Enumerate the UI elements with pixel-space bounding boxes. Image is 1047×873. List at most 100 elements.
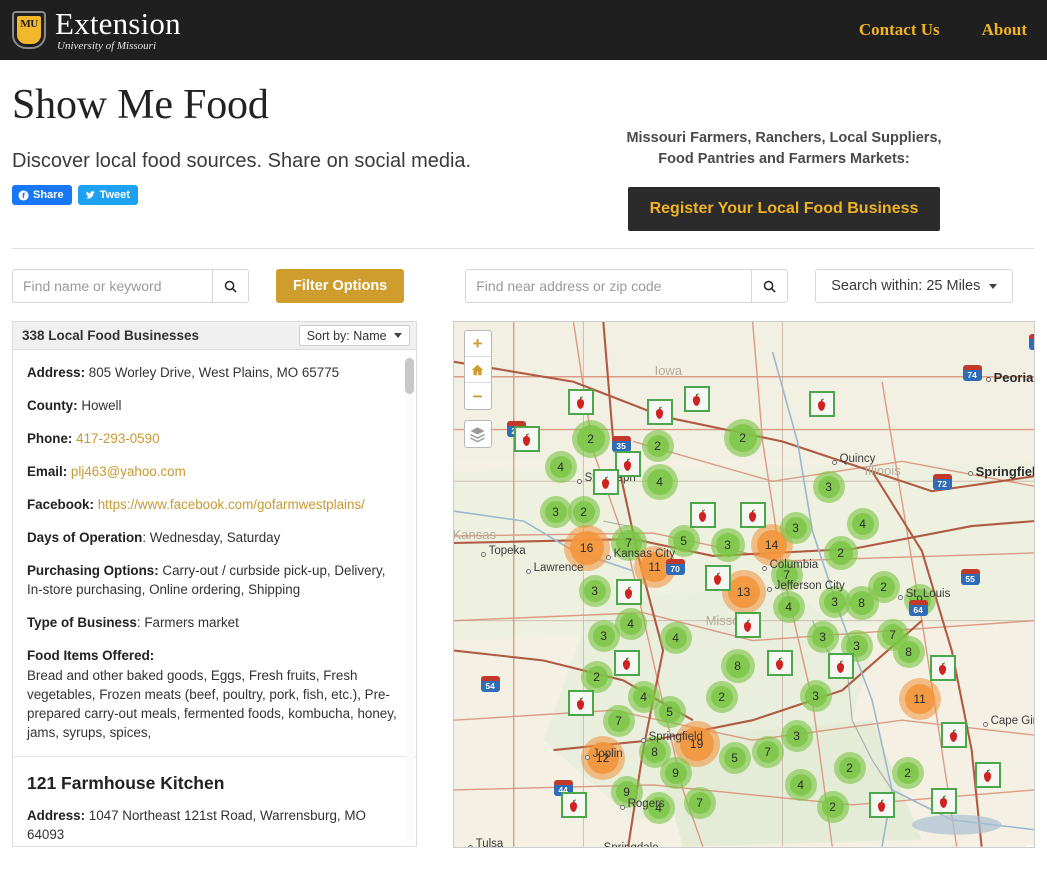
map-cluster-marker[interactable]: 4 — [660, 622, 692, 654]
map-apple-marker[interactable] — [931, 788, 957, 814]
map-apple-marker[interactable] — [684, 386, 710, 412]
map-cluster-marker[interactable]: 4 — [773, 591, 805, 623]
keyword-search-button[interactable] — [212, 269, 249, 303]
cluster-count: 11 — [648, 560, 660, 574]
map-cluster-marker[interactable]: 4 — [545, 451, 577, 483]
map-cluster-marker[interactable]: 3 — [711, 528, 745, 562]
map-cluster-marker[interactable]: 7 — [752, 736, 784, 768]
map-apple-marker[interactable] — [767, 650, 793, 676]
filter-options-button[interactable]: Filter Options — [276, 269, 404, 303]
map-apple-marker[interactable] — [568, 389, 594, 415]
phone-value[interactable]: 417-293-0590 — [76, 431, 159, 446]
map-cluster-marker[interactable]: 5 — [654, 696, 686, 728]
nav-contact-us[interactable]: Contact Us — [859, 20, 940, 40]
map-cluster-marker[interactable]: 7 — [684, 787, 716, 819]
sort-dropdown[interactable]: Sort by: Name — [299, 325, 410, 346]
cluster-count: 3 — [591, 584, 598, 598]
map-cluster-marker[interactable]: 11 — [899, 678, 941, 720]
map-cluster-marker[interactable]: 2 — [724, 419, 762, 457]
map-cluster-marker[interactable]: 3 — [800, 680, 832, 712]
map-cluster-marker[interactable]: 4 — [847, 508, 879, 540]
cluster-count: 2 — [580, 505, 587, 519]
map-layers-button[interactable] — [464, 420, 492, 448]
map-cluster-marker[interactable]: 3 — [781, 720, 813, 752]
highway-shield-icon: 55 — [961, 570, 980, 585]
map-city-label: Kansas City — [614, 548, 675, 560]
map-cluster-marker[interactable]: 2 — [824, 536, 858, 570]
map-cluster-marker[interactable]: 4 — [642, 464, 678, 500]
highway-shield-icon: 74 — [963, 366, 982, 381]
zoom-in-button[interactable]: + — [465, 331, 491, 357]
map-cluster-marker[interactable]: 2 — [706, 681, 738, 713]
list-scrollbar-thumb[interactable] — [405, 358, 414, 394]
map-apple-marker[interactable] — [593, 469, 619, 495]
keyword-search-input[interactable] — [12, 269, 212, 303]
map-apple-marker[interactable] — [568, 690, 594, 716]
map-cluster-marker[interactable]: 3 — [579, 575, 611, 607]
map-cluster-marker[interactable]: 2 — [642, 430, 674, 462]
map-apple-marker[interactable] — [616, 579, 642, 605]
map-cluster-marker[interactable]: 2 — [892, 757, 924, 789]
list-item[interactable]: 121 Farmhouse Kitchen Address: 1047 Nort… — [13, 757, 416, 847]
results-list[interactable]: Address: 805 Worley Drive, West Plains, … — [12, 350, 417, 847]
search-radius-dropdown[interactable]: Search within: 25 Miles — [815, 269, 1013, 303]
cluster-count: 9 — [623, 785, 630, 799]
map-cluster-marker[interactable]: 2 — [581, 661, 613, 693]
map-apple-marker[interactable] — [828, 653, 854, 679]
list-scrollbar-track[interactable] — [405, 354, 414, 843]
cluster-count: 2 — [718, 690, 725, 704]
facebook-value[interactable]: https://www.facebook.com/gofarmwestplain… — [98, 497, 365, 512]
facebook-share-button[interactable]: Share — [12, 185, 72, 205]
map-city-dot — [762, 566, 767, 571]
apple-icon — [832, 658, 849, 675]
results-panel: 338 Local Food Businesses Sort by: Name … — [12, 321, 417, 848]
nav-about[interactable]: About — [982, 20, 1027, 40]
map-apple-marker[interactable] — [735, 612, 761, 638]
map-apple-marker[interactable] — [975, 762, 1001, 788]
register-business-button[interactable]: Register Your Local Food Business — [628, 187, 941, 231]
map-cluster-marker[interactable]: 3 — [780, 512, 812, 544]
apple-icon — [565, 797, 582, 814]
map-cluster-marker[interactable]: 3 — [807, 621, 839, 653]
map-apple-marker[interactable] — [740, 502, 766, 528]
map-cluster-marker[interactable]: 3 — [813, 471, 845, 503]
map-cluster-marker[interactable]: 8 — [893, 636, 925, 668]
email-value[interactable]: plj463@yahoo.com — [71, 464, 186, 479]
map-apple-marker[interactable] — [941, 722, 967, 748]
map-cluster-marker[interactable]: 8 — [721, 649, 755, 683]
cluster-count: 9 — [672, 766, 679, 780]
twitter-tweet-button[interactable]: Tweet — [78, 185, 138, 205]
map-apple-marker[interactable] — [809, 391, 835, 417]
map-apple-marker[interactable] — [930, 655, 956, 681]
map-cluster-marker[interactable]: 4 — [785, 769, 817, 801]
listing-name[interactable]: 121 Farmhouse Kitchen — [27, 773, 402, 794]
zoom-out-button[interactable]: − — [465, 383, 491, 409]
map-cluster-marker[interactable]: 3 — [540, 496, 572, 528]
type-label: Type of Business — [27, 615, 137, 630]
map-cluster-marker[interactable]: 2 — [572, 420, 610, 458]
map-cluster-marker[interactable]: 4 — [615, 608, 647, 640]
map-cluster-marker[interactable]: 2 — [834, 752, 866, 784]
map-cluster-marker[interactable]: 2 — [568, 496, 600, 528]
map-cluster-marker[interactable]: 5 — [719, 742, 751, 774]
map-apple-marker[interactable] — [561, 792, 587, 818]
results-map[interactable]: + − IllinoisMissouriIowaKansas3570445564… — [453, 321, 1035, 848]
map-apple-marker[interactable] — [647, 399, 673, 425]
map-apple-marker[interactable] — [614, 650, 640, 676]
list-item[interactable]: Address: 805 Worley Drive, West Plains, … — [13, 350, 416, 757]
map-apple-marker[interactable] — [869, 792, 895, 818]
mu-extension-logo[interactable]: MU Extension University of Missouri — [12, 8, 181, 53]
page-title: Show Me Food — [12, 82, 1035, 128]
map-cluster-marker[interactable]: 2 — [817, 791, 849, 823]
home-button[interactable] — [465, 357, 491, 383]
map-cluster-marker[interactable]: 9 — [660, 757, 692, 789]
cluster-count: 8 — [651, 745, 658, 759]
map-apple-marker[interactable] — [690, 502, 716, 528]
map-apple-marker[interactable] — [514, 426, 540, 452]
address-search-button[interactable] — [751, 269, 788, 303]
address-search-input[interactable] — [465, 269, 751, 303]
map-apple-marker[interactable] — [705, 565, 731, 591]
map-zoom-controls: + − — [464, 330, 492, 410]
cluster-count: 4 — [557, 460, 564, 474]
map-cluster-marker[interactable]: 7 — [603, 705, 635, 737]
